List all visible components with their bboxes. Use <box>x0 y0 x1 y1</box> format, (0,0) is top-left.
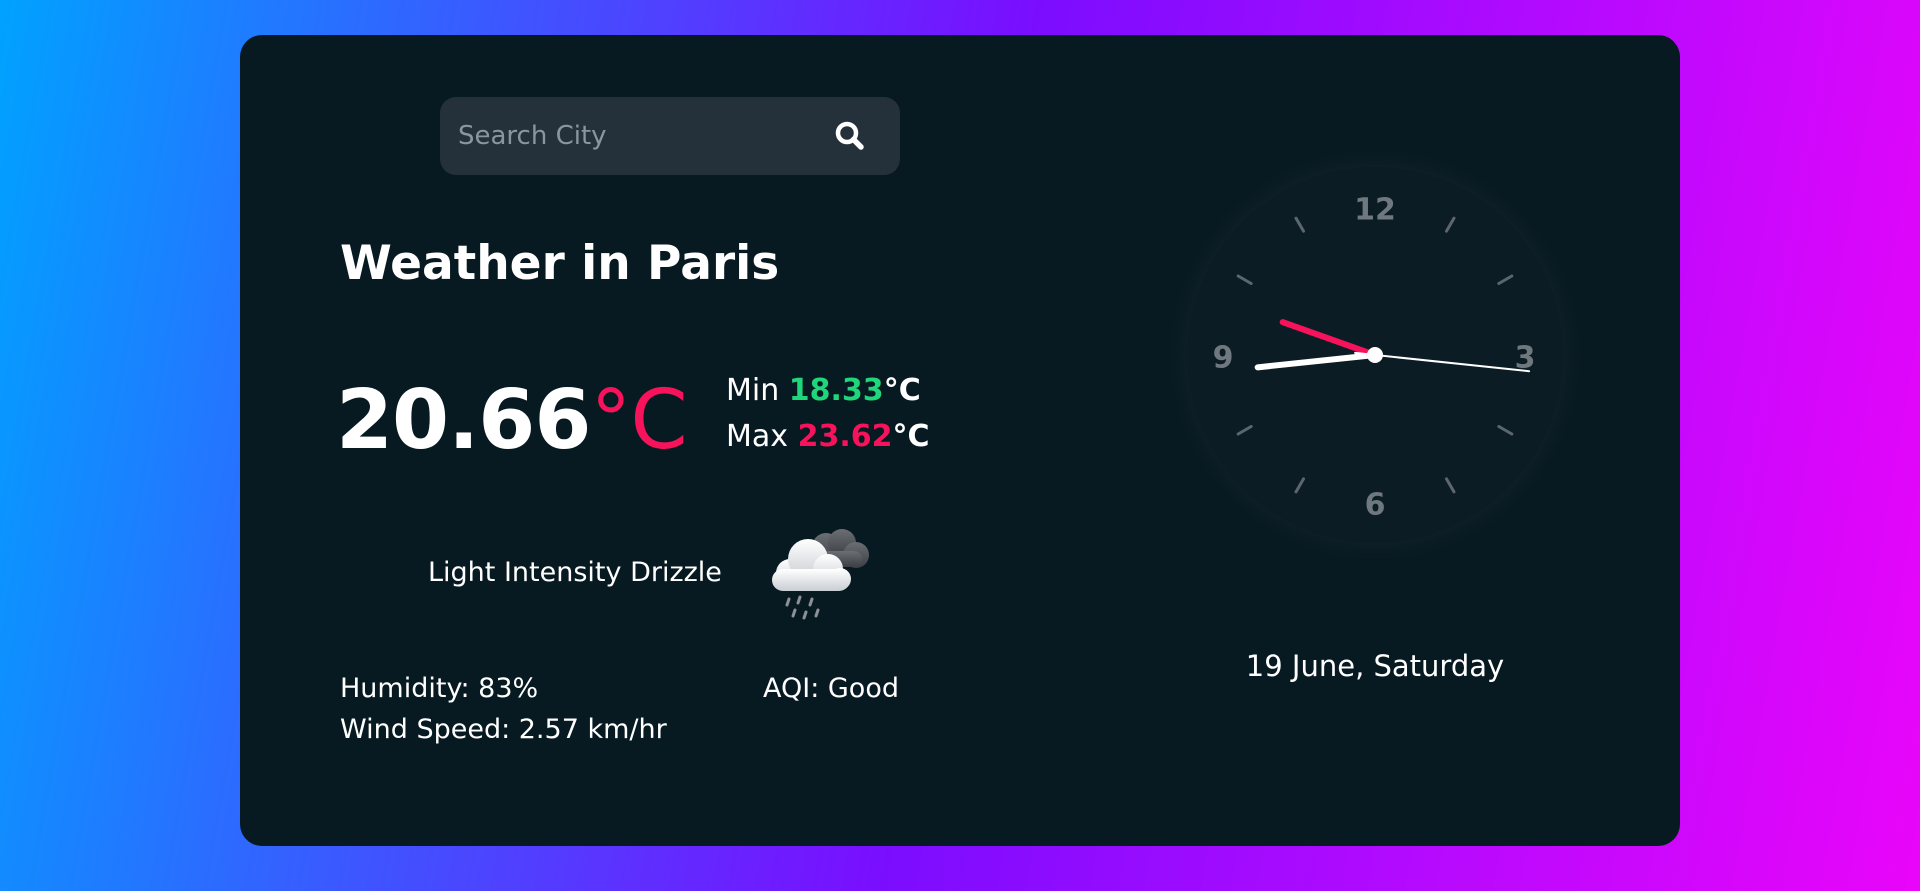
weather-card: Weather in Paris 20.66°C Min 18.33°C Max… <box>240 35 1680 846</box>
current-temperature: 20.66°C <box>336 380 688 462</box>
search-icon <box>835 121 864 150</box>
max-label: Max <box>726 419 789 454</box>
search-bar <box>440 97 900 175</box>
min-temperature: Min 18.33°C <box>726 376 921 406</box>
max-value: 23.62 <box>797 419 893 454</box>
min-value: 18.33 <box>788 373 884 408</box>
analog-clock: 12 3 6 9 <box>1160 140 1590 570</box>
clock-numeral-9: 9 <box>1213 341 1234 376</box>
max-temperature: Max 23.62°C <box>726 422 930 452</box>
clock-numeral-6: 6 <box>1365 488 1386 523</box>
clock-numeral-12: 12 <box>1354 193 1396 228</box>
weather-description: Light Intensity Drizzle <box>428 557 722 588</box>
max-unit: °C <box>892 419 930 454</box>
temperature-unit: °C <box>590 373 687 468</box>
min-unit: °C <box>883 373 921 408</box>
page-title: Weather in Paris <box>340 236 780 291</box>
clock-face: 12 3 6 9 <box>1165 145 1585 565</box>
drizzle-cloud-icon <box>762 525 874 629</box>
current-date: 19 June, Saturday <box>1245 649 1505 683</box>
wind-speed-stat: Wind Speed: 2.57 km/hr <box>340 714 667 745</box>
humidity-stat: Humidity: 83% <box>340 673 539 704</box>
temperature-value: 20.66 <box>336 373 591 468</box>
aqi-stat: AQI: Good <box>763 673 899 704</box>
search-button[interactable] <box>830 116 870 156</box>
search-input[interactable] <box>458 97 818 175</box>
clock-center-pin <box>1367 347 1383 363</box>
min-label: Min <box>726 373 780 408</box>
